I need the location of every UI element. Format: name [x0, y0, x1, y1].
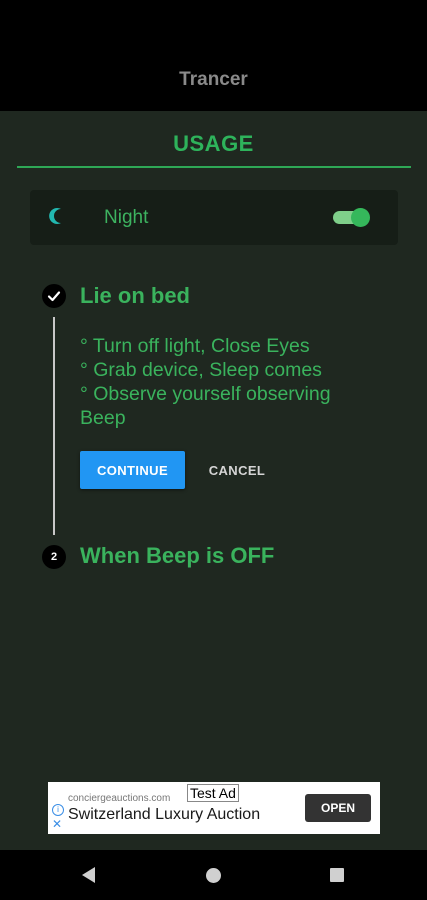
checkmark-icon — [47, 291, 61, 302]
instruction-line: ° Grab device, Sleep comes — [80, 359, 322, 381]
back-icon[interactable] — [82, 867, 95, 883]
step-1-check-icon — [42, 284, 66, 308]
ad-headline[interactable]: Switzerland Luxury Auction — [68, 806, 260, 824]
ad-open-button[interactable]: OPEN — [305, 794, 371, 822]
instruction-line: Beep — [80, 407, 126, 429]
step-connector-line — [53, 317, 55, 535]
instruction-line: ° Turn off light, Close Eyes — [80, 335, 310, 357]
night-mode-card[interactable]: Night — [30, 190, 398, 245]
app-title: Trancer — [179, 69, 248, 90]
toggle-thumb — [351, 208, 370, 227]
system-nav-bar — [0, 850, 427, 900]
cancel-button[interactable]: CANCEL — [196, 451, 278, 489]
section-divider — [17, 166, 411, 168]
recent-apps-icon[interactable] — [330, 868, 344, 882]
night-label: Night — [104, 207, 149, 228]
step-1-title[interactable]: Lie on bed — [80, 283, 190, 309]
test-ad-badge: Test Ad — [187, 784, 239, 802]
section-title: USAGE — [173, 131, 254, 156]
main-content: USAGE Night Lie on bed ° Turn off light,… — [0, 111, 427, 850]
step-2-title[interactable]: When Beep is OFF — [80, 543, 274, 569]
instruction-line: ° Observe yourself observing — [80, 383, 331, 405]
step-2-number-badge: 2 — [42, 545, 66, 569]
continue-button[interactable]: CONTINUE — [80, 451, 185, 489]
moon-icon — [49, 208, 61, 224]
night-toggle[interactable] — [333, 208, 370, 227]
home-icon[interactable] — [206, 868, 221, 883]
ad-info-icon[interactable]: i — [52, 804, 64, 816]
step-1-instructions: ° Turn off light, Close Eyes ° Grab devi… — [80, 334, 380, 430]
ad-banner[interactable]: conciergeauctions.com Test Ad i ✕ Switze… — [48, 782, 380, 834]
app-bar: Trancer — [0, 0, 427, 111]
ad-domain: conciergeauctions.com — [68, 793, 171, 804]
ad-close-icon[interactable]: ✕ — [52, 818, 62, 830]
